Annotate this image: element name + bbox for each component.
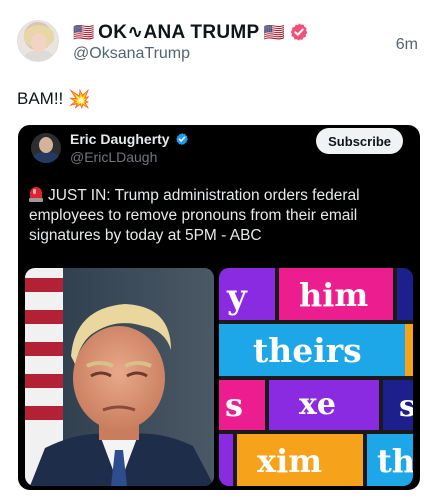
author-handle[interactable]: @OksanaTrump <box>73 45 190 63</box>
pronoun-graphic: y him theirs s xe s xim th <box>219 268 413 486</box>
pronoun-word: xim <box>257 442 322 480</box>
avatar-face <box>39 137 53 153</box>
quoted-author-name[interactable]: Eric Daugherty <box>70 131 170 147</box>
quoted-post-text: JUST IN: Trump administration orders fed… <box>29 186 413 246</box>
quoted-post-text-body: JUST IN: Trump administration orders fed… <box>29 187 360 244</box>
verified-badge-icon <box>175 132 188 146</box>
pronoun-word: s <box>225 386 243 424</box>
post-text-body: BAM!! <box>17 89 64 108</box>
quoted-author-avatar[interactable] <box>31 133 61 163</box>
avatar-shoulders <box>33 152 59 163</box>
media-grid: y him theirs s xe s xim th <box>25 268 413 486</box>
pronoun-word: xe <box>299 387 336 422</box>
pronoun-word: th <box>377 442 413 480</box>
collision-emoji-icon: 💥 <box>68 89 91 109</box>
quoted-post-card[interactable]: Eric Daugherty @EricLDaugh Subscribe JUS… <box>18 125 420 490</box>
pronoun-word: theirs <box>253 331 362 370</box>
verified-badge-icon <box>290 23 308 41</box>
subscribe-button[interactable]: Subscribe <box>316 128 403 154</box>
media-image-portrait[interactable] <box>25 268 214 486</box>
post-timestamp[interactable]: 6m <box>396 36 418 54</box>
media-image-pronouns[interactable]: y him theirs s xe s xim th <box>219 268 413 486</box>
us-flag-icon: 🇺🇸 <box>73 22 95 42</box>
siren-icon <box>29 186 43 202</box>
pronoun-word: s <box>399 389 413 424</box>
quoted-author-name-row[interactable]: Eric Daugherty <box>70 131 189 147</box>
avatar-face <box>31 33 47 52</box>
author-display-name[interactable]: OK∿ANA TRUMP <box>98 21 259 44</box>
author-avatar[interactable] <box>17 20 59 62</box>
portrait-photo <box>25 268 214 486</box>
pronoun-word: him <box>299 276 368 314</box>
author-name-row[interactable]: 🇺🇸 OK∿ANA TRUMP 🇺🇸 <box>73 20 309 44</box>
quoted-author-handle[interactable]: @EricLDaugh <box>70 149 157 165</box>
pronoun-word: y <box>226 277 248 317</box>
us-flag-icon: 🇺🇸 <box>263 22 285 42</box>
post-text: BAM!! 💥 <box>17 89 91 109</box>
